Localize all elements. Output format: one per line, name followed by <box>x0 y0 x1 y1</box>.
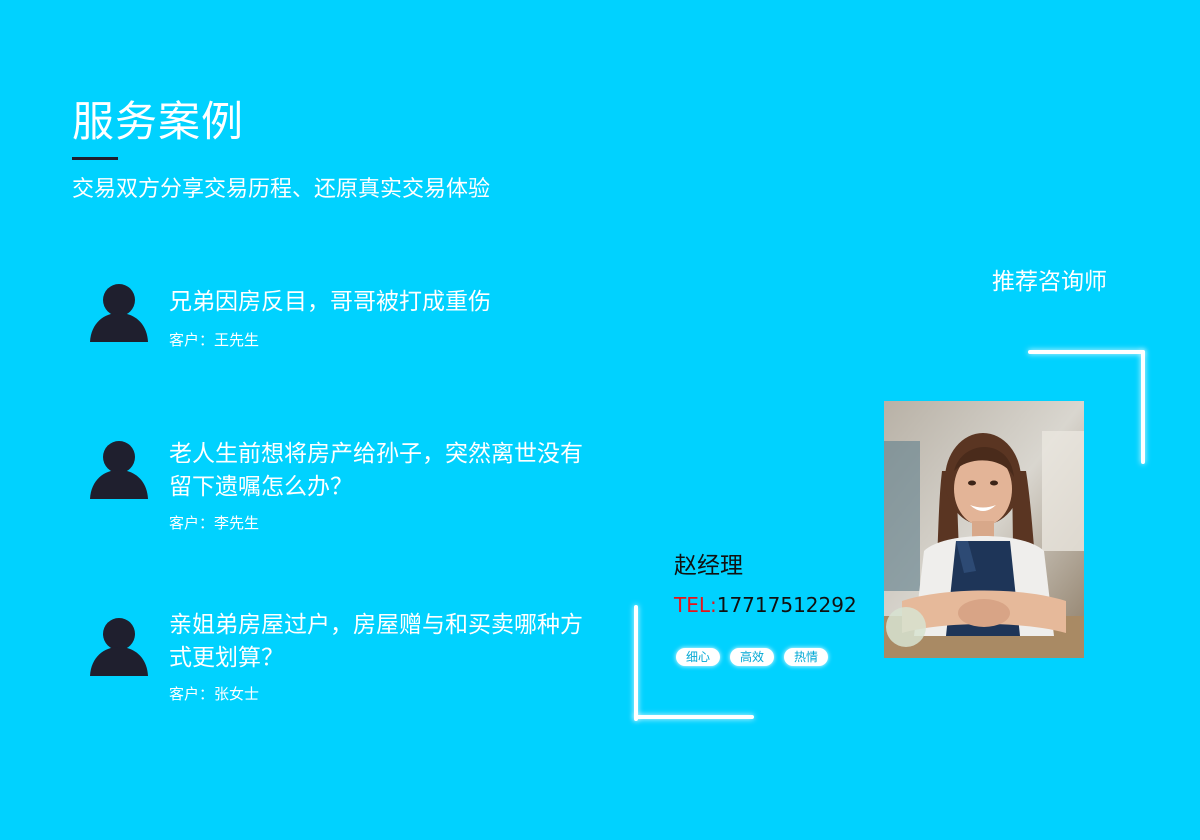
user-silhouette-icon <box>90 441 148 499</box>
section-title: 服务案例 <box>72 97 245 146</box>
user-silhouette-icon <box>90 284 148 342</box>
consultant-photo[interactable] <box>884 401 1084 658</box>
title-underline <box>72 157 118 160</box>
user-silhouette-icon <box>90 618 148 676</box>
case-client: 客户：张女士 <box>169 685 260 703</box>
recommend-title: 推荐咨询师 <box>992 269 1107 295</box>
consultant-tags: 细心 高效 热情 <box>676 648 829 666</box>
tel-number[interactable]: 17717512292 <box>717 593 857 617</box>
tel-label: TEL: <box>674 593 717 617</box>
frame-corner-bottom-left <box>634 605 638 721</box>
frame-corner-bottom-left <box>634 715 754 719</box>
case-title[interactable]: 亲姐弟房屋过户，房屋赠与和买卖哪种方式更划算？ <box>169 609 599 675</box>
case-title[interactable]: 老人生前想将房产给孙子，突然离世没有留下遗嘱怎么办？ <box>169 438 599 504</box>
consultant-name: 赵经理 <box>674 553 743 579</box>
section-subtitle: 交易双方分享交易历程、还原真实交易体验 <box>72 177 491 202</box>
tag-badge: 细心 <box>676 648 721 666</box>
frame-corner-top-right <box>1141 350 1145 464</box>
consultant-phone[interactable]: TEL:17717512292 <box>674 591 857 619</box>
frame-corner-top-right <box>1028 350 1145 354</box>
tag-badge: 高效 <box>730 648 775 666</box>
case-client: 客户：李先生 <box>169 514 260 532</box>
tag-badge: 热情 <box>784 648 829 666</box>
case-client: 客户：王先生 <box>169 331 260 349</box>
case-title[interactable]: 兄弟因房反目，哥哥被打成重伤 <box>169 286 599 319</box>
